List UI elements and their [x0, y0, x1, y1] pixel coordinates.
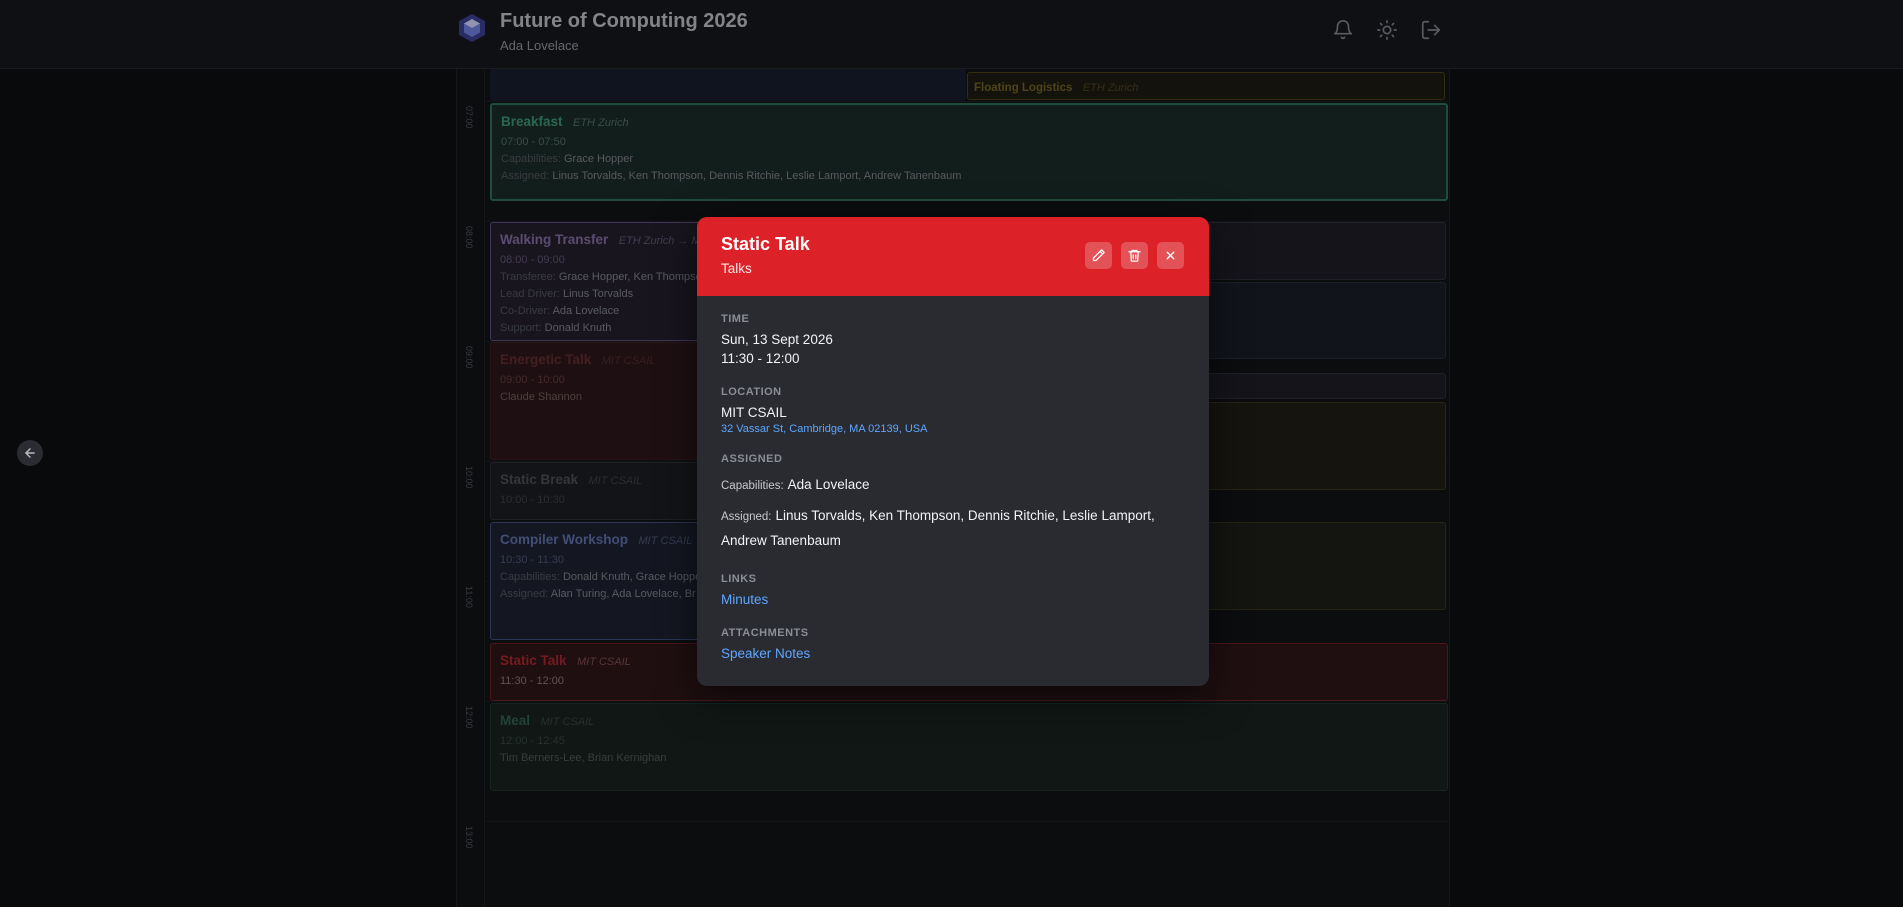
- speaker-notes-attachment[interactable]: Speaker Notes: [721, 646, 1191, 661]
- section-label-links: LINKS: [721, 573, 757, 585]
- section-label-time: TIME: [721, 313, 750, 325]
- capabilities-value: Ada Lovelace: [787, 477, 870, 492]
- trash-icon: [1128, 249, 1141, 262]
- section-label-assigned: ASSIGNED: [721, 453, 783, 465]
- capabilities-row: Capabilities: Ada Lovelace: [721, 473, 1191, 498]
- section-label-attachments: ATTACHMENTS: [721, 627, 809, 639]
- capabilities-key: Capabilities:: [721, 480, 784, 492]
- address-link[interactable]: 32 Vassar St, Cambridge, MA 02139, USA: [721, 423, 1191, 435]
- event-time-range: 11:30 - 12:00: [721, 351, 800, 366]
- modal-body: TIME Sun, 13 Sept 2026 11:30 - 12:00 LOC…: [721, 313, 1191, 661]
- assigned-key: Assigned:: [721, 511, 772, 523]
- minutes-link[interactable]: Minutes: [721, 592, 1191, 607]
- edit-button[interactable]: [1085, 242, 1112, 269]
- modal-header: Static Talk Talks: [697, 217, 1209, 296]
- section-label-location: LOCATION: [721, 386, 782, 398]
- close-icon: [1166, 251, 1175, 260]
- event-detail-modal: Static Talk Talks TIME Sun, 13 Sept 2026…: [697, 217, 1209, 686]
- assigned-value: Linus Torvalds, Ken Thompson, Dennis Rit…: [721, 508, 1155, 548]
- event-date: Sun, 13 Sept 2026: [721, 332, 833, 347]
- close-button[interactable]: [1157, 242, 1184, 269]
- arrow-left-icon: [25, 448, 35, 458]
- pencil-icon: [1092, 249, 1105, 262]
- assigned-row: Assigned: Linus Torvalds, Ken Thompson, D…: [721, 504, 1191, 553]
- previous-day-button[interactable]: [17, 440, 43, 466]
- modal-title: Static Talk: [721, 234, 810, 254]
- delete-button[interactable]: [1121, 242, 1148, 269]
- location-name: MIT CSAIL: [721, 405, 787, 420]
- modal-category: Talks: [721, 261, 752, 276]
